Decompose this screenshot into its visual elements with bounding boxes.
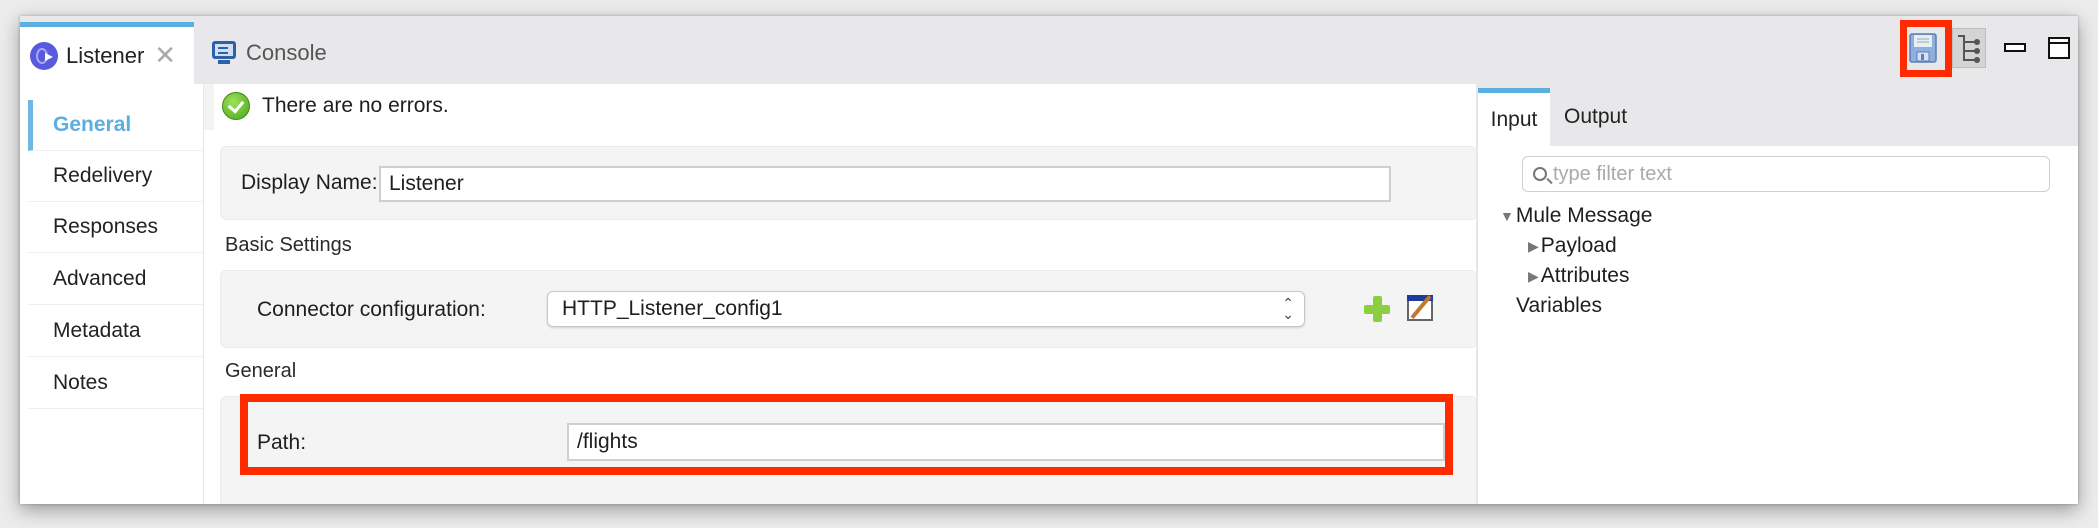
tab-label: Output bbox=[1564, 105, 1628, 128]
maximize-button[interactable] bbox=[2042, 28, 2076, 68]
maximize-icon bbox=[2048, 37, 2070, 59]
basic-settings-heading: Basic Settings bbox=[225, 234, 352, 256]
tab-label: Console bbox=[246, 40, 327, 65]
status-bar: There are no errors. bbox=[204, 84, 1475, 130]
tree-item-attributes[interactable]: ▶ Attributes bbox=[1528, 264, 1630, 288]
listener-icon bbox=[30, 41, 58, 70]
path-highlight-box bbox=[240, 394, 1453, 475]
tab-label: Listener bbox=[66, 42, 145, 68]
main-form: There are no errors. Display Name: Liste… bbox=[204, 84, 1477, 504]
tab-console[interactable]: Console bbox=[210, 22, 327, 84]
tree-label: Variables bbox=[1516, 294, 1602, 317]
display-name-input[interactable]: Listener bbox=[379, 166, 1391, 202]
properties-window: Listener ✕ Console General Redelivery Re… bbox=[20, 16, 2078, 504]
console-icon bbox=[210, 39, 238, 67]
sidebar-item-label: Advanced bbox=[53, 267, 147, 290]
expanded-triangle-icon: ▼ bbox=[1500, 208, 1514, 224]
minimize-icon bbox=[2004, 43, 2026, 52]
tree-item-mule-message[interactable]: ▼ Mule Message bbox=[1500, 204, 1652, 228]
add-config-icon[interactable] bbox=[1364, 296, 1390, 322]
minimize-button[interactable] bbox=[1998, 28, 2032, 68]
tree-label: Mule Message bbox=[1515, 204, 1653, 227]
display-name-label: Display Name: bbox=[241, 171, 378, 194]
close-icon[interactable]: ✕ bbox=[154, 40, 176, 71]
search-icon bbox=[1533, 167, 1547, 181]
sidebar-item-redelivery[interactable]: Redelivery bbox=[28, 151, 203, 202]
sidebar-item-label: General bbox=[53, 113, 132, 136]
filter-input[interactable]: type filter text bbox=[1522, 156, 2050, 192]
display-name-group: Display Name: Listener bbox=[220, 146, 1477, 220]
sidebar-item-responses[interactable]: Responses bbox=[28, 202, 203, 253]
general-heading: General bbox=[225, 360, 297, 382]
tab-label: Input bbox=[1490, 107, 1538, 131]
status-text: There are no errors. bbox=[262, 94, 449, 117]
sidebar-item-metadata[interactable]: Metadata bbox=[28, 306, 203, 357]
collapsed-triangle-icon: ▶ bbox=[1528, 267, 1539, 284]
sidebar-item-label: Responses bbox=[53, 215, 159, 238]
tab-output[interactable]: Output bbox=[1564, 88, 1627, 146]
sidebar-item-general[interactable]: General bbox=[28, 100, 203, 151]
tree-label: Payload bbox=[1540, 234, 1617, 257]
collapsed-triangle-icon: ▶ bbox=[1528, 237, 1539, 254]
connector-config-select[interactable]: HTTP_Listener_config1 ⌃ ⌄ bbox=[547, 291, 1305, 327]
filter-placeholder: type filter text bbox=[1553, 162, 1672, 185]
tree-icon bbox=[1958, 35, 1980, 63]
sidebar-item-notes[interactable]: Notes bbox=[28, 358, 203, 409]
connector-config-value: HTTP_Listener_config1 bbox=[562, 297, 783, 320]
sidebar-item-label: Notes bbox=[53, 371, 108, 394]
connector-config-label: Connector configuration: bbox=[257, 298, 486, 321]
tab-input[interactable]: Input bbox=[1478, 88, 1550, 146]
save-highlight-box bbox=[1900, 20, 1952, 77]
select-arrows-icon: ⌃ ⌄ bbox=[1282, 295, 1294, 322]
sidebar-item-advanced[interactable]: Advanced bbox=[28, 254, 203, 305]
sidebar-item-label: Metadata bbox=[53, 319, 141, 342]
tree-item-variables[interactable]: Variables bbox=[1516, 294, 1602, 318]
sidebar: General Redelivery Responses Advanced Me… bbox=[20, 84, 204, 504]
tree-item-payload[interactable]: ▶ Payload bbox=[1528, 234, 1617, 258]
metadata-panel: Input Output type filter text ▼ Mule Mes… bbox=[1476, 84, 2078, 504]
tab-listener[interactable]: Listener ✕ bbox=[20, 22, 194, 84]
tree-button[interactable] bbox=[1952, 28, 1986, 68]
basic-settings-group: Connector configuration: HTTP_Listener_c… bbox=[220, 270, 1477, 348]
edit-config-icon[interactable] bbox=[1407, 295, 1433, 321]
tree-label: Attributes bbox=[1540, 264, 1630, 287]
editor-tab-bar: Listener ✕ Console bbox=[20, 16, 2078, 84]
metadata-tabs: Input Output bbox=[1478, 84, 2078, 146]
sidebar-item-label: Redelivery bbox=[53, 164, 153, 187]
success-check-icon bbox=[222, 92, 250, 120]
